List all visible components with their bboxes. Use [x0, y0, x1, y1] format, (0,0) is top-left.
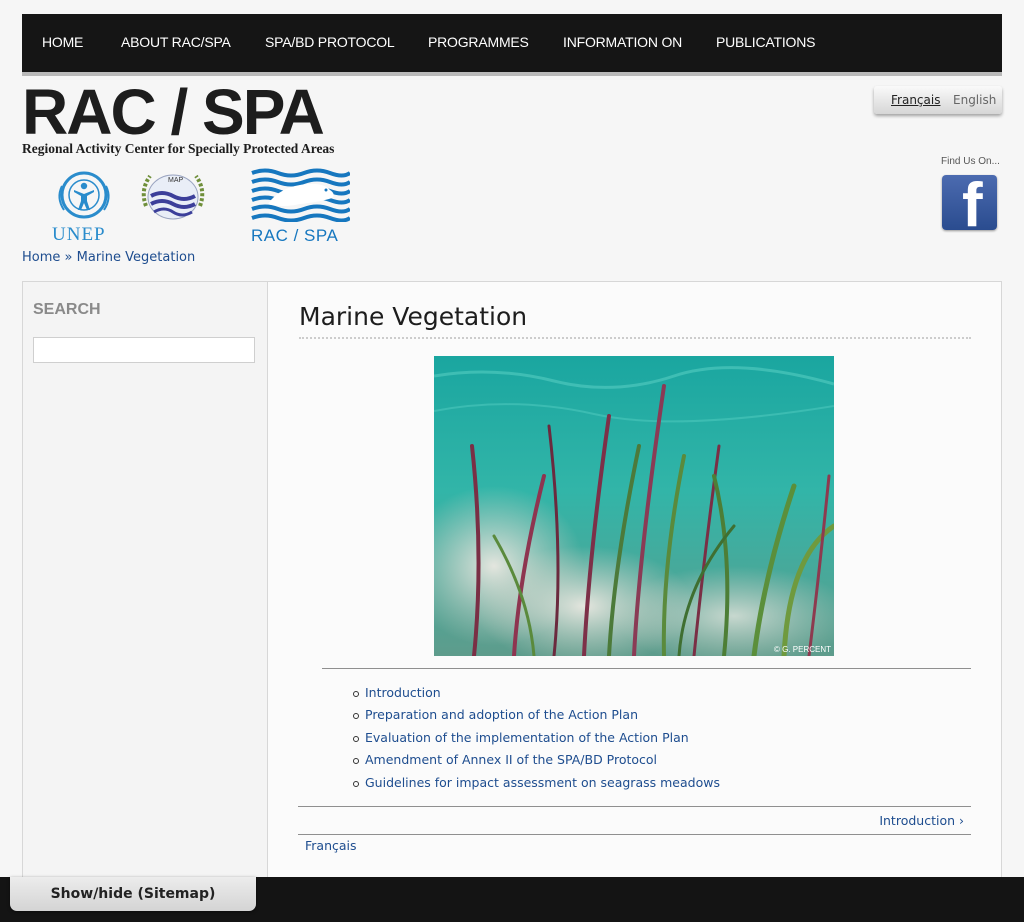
list-item: Guidelines for impact assessment on seag… [353, 772, 720, 794]
language-switcher: Français English [874, 86, 1002, 114]
divider [322, 668, 971, 669]
facebook-glyph: f [962, 175, 983, 230]
main-content: Marine Vegetation © G. PERCENT Introduct… [268, 281, 1002, 881]
language-english-link[interactable]: English [953, 93, 996, 107]
bullet-icon [353, 780, 359, 787]
breadcrumb-separator: » [64, 250, 73, 265]
divider [298, 834, 971, 835]
unep-logo[interactable]: UNEP [50, 168, 118, 246]
racspa-logo-label: RAC / SPA [251, 226, 339, 245]
list-item: Amendment of Annex II of the SPA/BD Prot… [353, 749, 720, 771]
toc-link-preparation[interactable]: Preparation and adoption of the Action P… [365, 707, 638, 722]
photo-credit: © G. PERCENT [774, 645, 831, 654]
bullet-icon [353, 713, 359, 720]
site-logo-text[interactable]: RAC / SPA [22, 80, 325, 144]
nav-item-home[interactable]: HOME [42, 34, 83, 50]
racspa-logo[interactable]: RAC / SPA [250, 168, 352, 248]
page-title: Marine Vegetation [299, 302, 971, 339]
nav-item-programmes[interactable]: PROGRAMMES [428, 34, 529, 50]
seagrass-photo: © G. PERCENT [434, 356, 834, 656]
sidebar: SEARCH [22, 281, 268, 881]
search-heading: SEARCH [33, 301, 101, 318]
bullet-icon [353, 691, 359, 697]
next-page-link[interactable]: Introduction › [879, 813, 964, 828]
french-translation-link[interactable]: Français [305, 838, 357, 853]
breadcrumb-current-link[interactable]: Marine Vegetation [77, 250, 196, 265]
list-item: Introduction [353, 682, 720, 704]
site-subtitle: Regional Activity Center for Specially P… [22, 141, 335, 156]
nav-item-information[interactable]: INFORMATION ON [563, 34, 682, 50]
nav-item-publications[interactable]: PUBLICATIONS [716, 34, 815, 50]
toc-link-evaluation[interactable]: Evaluation of the implementation of the … [365, 730, 689, 745]
unep-logo-label: UNEP [52, 224, 106, 245]
map-logo-label: MAP [168, 177, 184, 184]
top-navigation: HOME ABOUT RAC/SPA SPA/BD PROTOCOL PROGR… [22, 14, 1002, 76]
nav-item-protocol[interactable]: SPA/BD PROTOCOL [265, 34, 395, 50]
toc-link-amendment[interactable]: Amendment of Annex II of the SPA/BD Prot… [365, 752, 657, 767]
section-list: Introduction Preparation and adoption of… [353, 682, 720, 794]
language-french-link[interactable]: Français [891, 93, 940, 107]
list-item: Evaluation of the implementation of the … [353, 727, 720, 749]
list-item: Preparation and adoption of the Action P… [353, 704, 720, 726]
seal-waves-icon [251, 168, 352, 223]
search-input[interactable] [33, 337, 255, 363]
bullet-icon [353, 735, 359, 742]
facebook-icon[interactable]: f [942, 175, 997, 230]
nav-item-about[interactable]: ABOUT RAC/SPA [121, 34, 231, 50]
bullet-icon [353, 758, 359, 765]
divider [298, 806, 971, 807]
sitemap-toggle-button[interactable]: Show/hide (Sitemap) [10, 877, 256, 911]
breadcrumb-home-link[interactable]: Home [22, 250, 60, 265]
breadcrumb: Home » Marine Vegetation [22, 250, 195, 265]
find-us-label: Find Us On... [941, 156, 1000, 167]
map-logo[interactable]: MAP [136, 168, 210, 224]
toc-link-guidelines[interactable]: Guidelines for impact assessment on seag… [365, 775, 720, 790]
toc-link-introduction[interactable]: Introduction [365, 685, 441, 700]
